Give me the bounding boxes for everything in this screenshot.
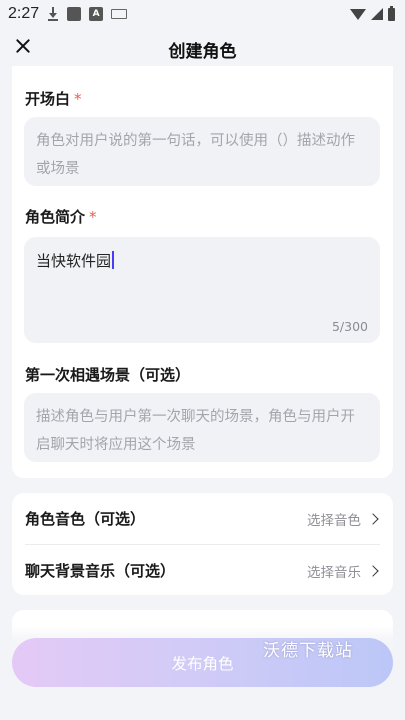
watermark: 沃德下载站 [263, 641, 353, 661]
signal-icon [371, 8, 383, 20]
intro-counter: 5/300 [331, 319, 368, 334]
opening-line-input[interactable]: 角色对用户说的第一句话，可以使用（）描述动作或场景 [24, 117, 380, 186]
form-card: 开场白 * 角色对用户说的第一句话，可以使用（）描述动作或场景 角色简介 * 当快软… [12, 66, 393, 478]
voice-option-label: 角色音色（可选） [25, 510, 146, 528]
keyboard-icon [111, 9, 128, 19]
status-time: 2:27 [8, 5, 40, 22]
status-bar: 2:27 A [0, 0, 405, 28]
wifi-icon [350, 8, 366, 20]
music-option-right: 选择音乐 [307, 561, 380, 581]
status-right [350, 5, 395, 21]
opening-line-label-text: 开场白 [25, 90, 71, 108]
battery-icon [388, 5, 395, 21]
chevron-right-icon [367, 512, 379, 525]
opening-line-label: 开场白 * [25, 88, 82, 109]
intro-label: 角色简介 * [25, 206, 97, 227]
voice-option-row[interactable]: 角色音色（可选） 选择音色 [25, 493, 380, 544]
first-scene-input[interactable]: 描述角色与用户第一次聊天的场景，角色与用户开启聊天时将应用这个场景 [24, 393, 380, 462]
required-mark: * [74, 90, 82, 108]
voice-option-right: 选择音色 [307, 509, 380, 529]
download-icon [47, 7, 59, 21]
text-notification-icon: A [89, 7, 104, 21]
music-option-value: 选择音乐 [307, 564, 361, 581]
text-caret [112, 251, 115, 269]
intro-textarea[interactable]: 当快软件园 5/300 [24, 237, 380, 343]
intro-label-text: 角色简介 [25, 208, 86, 226]
intro-value: 当快软件园 [36, 252, 112, 270]
options-card: 角色音色（可选） 选择音色 聊天背景音乐（可选） 选择音乐 [12, 493, 393, 595]
music-option-label: 聊天背景音乐（可选） [25, 562, 176, 580]
first-scene-label: 第一次相遇场景（可选） [25, 366, 191, 384]
first-scene-placeholder: 描述角色与用户第一次聊天的场景，角色与用户开启聊天时将应用这个场景 [36, 409, 355, 453]
chevron-right-icon [367, 564, 379, 577]
page-title: 创建角色 [168, 42, 237, 62]
music-option-row[interactable]: 聊天背景音乐（可选） 选择音乐 [25, 544, 380, 596]
required-mark: * [89, 208, 97, 226]
nav-bar: 创建角色 [0, 28, 405, 66]
opening-line-placeholder: 角色对用户说的第一句话，可以使用（）描述动作或场景 [36, 133, 355, 177]
status-left: 2:27 A [8, 5, 128, 23]
voice-option-value: 选择音色 [307, 512, 361, 529]
app-notification-icon [67, 7, 82, 21]
publish-button-label: 发布角色 [171, 654, 234, 673]
